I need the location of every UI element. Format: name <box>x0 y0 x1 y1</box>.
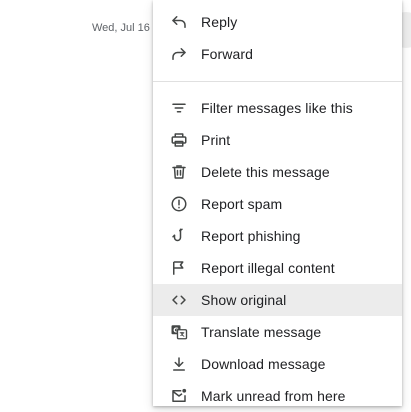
menu-item-download[interactable]: Download message <box>153 348 402 380</box>
menu-item-show-original[interactable]: Show original <box>153 284 402 316</box>
menu-group-respond: Reply Forward <box>153 0 402 70</box>
menu-item-report-phishing[interactable]: Report phishing <box>153 220 402 252</box>
menu-item-label: Forward <box>201 46 254 62</box>
menu-item-translate[interactable]: G Translate message <box>153 316 402 348</box>
menu-item-delete[interactable]: Delete this message <box>153 156 402 188</box>
menu-item-print[interactable]: Print <box>153 124 402 156</box>
menu-group-actions: Filter messages like this Print Delete t… <box>153 92 402 412</box>
menu-item-label: Report illegal content <box>201 260 335 276</box>
menu-divider <box>153 81 402 82</box>
filter-icon <box>170 99 188 117</box>
menu-item-label: Translate message <box>201 324 322 340</box>
menu-item-label: Download message <box>201 356 326 372</box>
mark-unread-icon <box>170 387 188 405</box>
message-actions-menu: Reply Forward Filter messages like this … <box>153 0 402 406</box>
menu-item-label: Delete this message <box>201 164 330 180</box>
message-date: Wed, Jul 16 <box>92 22 150 34</box>
menu-item-label: Reply <box>201 14 238 30</box>
download-icon <box>170 355 188 373</box>
translate-icon: G <box>170 323 188 341</box>
reply-icon <box>170 13 188 31</box>
menu-item-reply[interactable]: Reply <box>153 6 402 38</box>
menu-item-filter[interactable]: Filter messages like this <box>153 92 402 124</box>
menu-item-label: Print <box>201 132 231 148</box>
trash-icon <box>170 163 188 181</box>
menu-item-report-spam[interactable]: Report spam <box>153 188 402 220</box>
menu-item-label: Report phishing <box>201 228 301 244</box>
phishing-hook-icon <box>170 227 188 245</box>
code-icon <box>170 291 188 309</box>
menu-item-label: Show original <box>201 292 287 308</box>
menu-item-label: Report spam <box>201 196 283 212</box>
menu-item-label: Filter messages like this <box>201 100 353 116</box>
menu-item-label: Mark unread from here <box>201 388 346 404</box>
spam-icon <box>170 195 188 213</box>
flag-icon <box>170 259 188 277</box>
menu-item-forward[interactable]: Forward <box>153 38 402 70</box>
menu-item-mark-unread[interactable]: Mark unread from here <box>153 380 402 412</box>
menu-item-report-illegal[interactable]: Report illegal content <box>153 252 402 284</box>
forward-icon <box>170 45 188 63</box>
print-icon <box>170 131 188 149</box>
